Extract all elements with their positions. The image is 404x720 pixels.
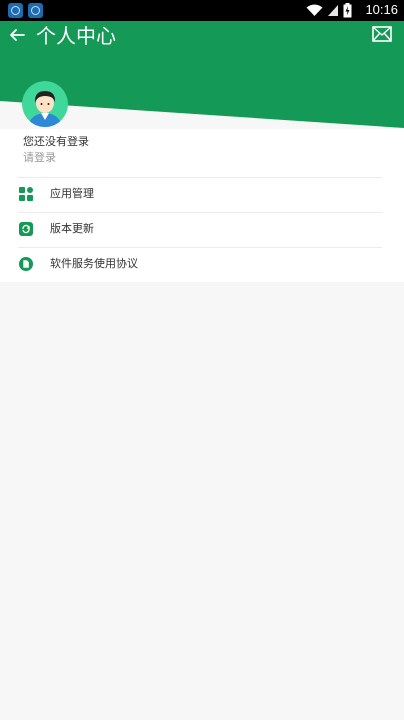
menu-item-app-management[interactable]: 应用管理 — [0, 177, 404, 212]
status-bar: 10:16 — [0, 0, 404, 21]
menu-item-label: 软件服务使用协议 — [50, 257, 138, 270]
divider — [18, 177, 382, 178]
mail-icon[interactable] — [372, 26, 392, 42]
wifi-icon — [306, 4, 323, 16]
menu-item-service-agreement[interactable]: 软件服务使用协议 — [0, 247, 404, 282]
avatar[interactable] — [22, 81, 68, 127]
refresh-icon — [19, 222, 33, 236]
settings-menu: 应用管理 版本更新 软件服务使用协议 — [0, 177, 404, 282]
document-icon — [19, 257, 33, 271]
clock: 10:16 — [365, 2, 398, 17]
back-arrow-icon[interactable] — [8, 25, 28, 45]
login-link[interactable]: 请登录 — [23, 149, 56, 165]
app-notification-icon — [28, 3, 43, 18]
menu-item-label: 版本更新 — [50, 222, 94, 235]
app-notification-icon — [8, 3, 23, 18]
divider — [18, 212, 382, 213]
menu-item-label: 应用管理 — [50, 187, 94, 200]
page-title: 个人中心 — [36, 24, 116, 48]
battery-icon — [343, 3, 352, 18]
login-status-text: 您还没有登录 — [23, 135, 89, 148]
signal-icon — [328, 5, 338, 16]
divider — [18, 247, 382, 248]
menu-item-version-update[interactable]: 版本更新 — [0, 212, 404, 247]
apps-grid-icon — [19, 187, 33, 201]
